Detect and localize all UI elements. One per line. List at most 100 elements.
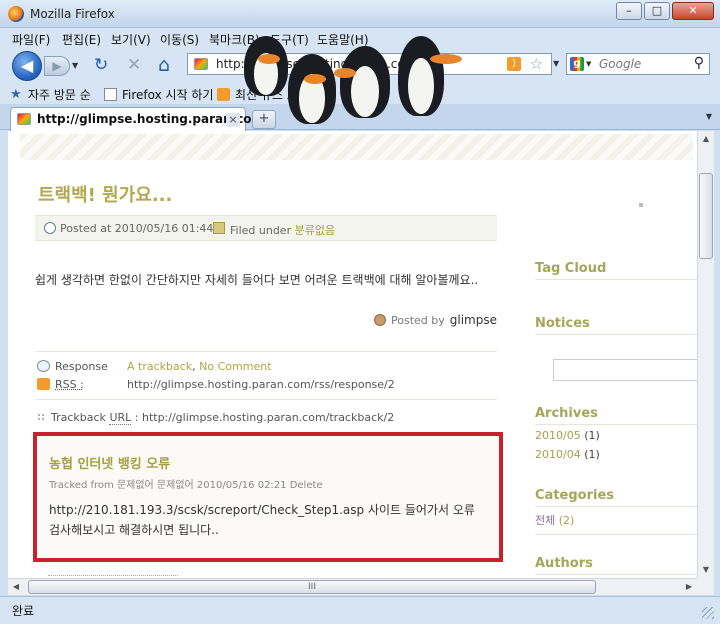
bookmarks-toolbar: ★ 자주 방문 순 Firefox 시작 하기 최신 뉴스 보기: [0, 82, 720, 104]
trackback-link[interactable]: A trackback: [127, 360, 192, 373]
scrollbar-corner: [697, 578, 714, 595]
vertical-scroll-thumb[interactable]: [699, 173, 713, 259]
trackback-title[interactable]: 농협 인터넷 뱅킹 오류: [49, 453, 170, 472]
user-icon: [374, 314, 386, 326]
authors-heading: Authors: [535, 556, 593, 571]
window-border-right: [714, 130, 720, 596]
grip-dots-icon: [37, 413, 45, 421]
response-links: A trackback, No Comment: [127, 360, 272, 373]
archive-item[interactable]: 2010/05 (1): [535, 429, 600, 442]
comment-link[interactable]: No Comment: [199, 360, 271, 373]
archives-heading: Archives: [535, 406, 598, 421]
tag-cloud-heading: Tag Cloud: [535, 261, 607, 276]
back-button[interactable]: ◀: [12, 51, 42, 81]
menu-bookmarks[interactable]: 북마크(B): [209, 31, 260, 48]
window-controls: – □ ✕: [616, 2, 714, 20]
rss-icon: [37, 378, 50, 390]
trackback-box: 농협 인터넷 뱅킹 오류 Tracked from 문제없어 문제없어 2010…: [33, 432, 503, 562]
tab-close-icon[interactable]: ×: [226, 113, 240, 127]
bookmark-label: Firefox 시작 하기: [122, 88, 214, 102]
page-icon: [104, 88, 117, 101]
divider: [35, 351, 497, 352]
forward-button[interactable]: ▶: [44, 56, 70, 76]
notices-heading: Notices: [535, 316, 590, 331]
trackback-body: http://210.181.193.3/scsk/screport/Check…: [49, 503, 475, 537]
home-button[interactable]: ⌂: [158, 56, 170, 75]
menu-view[interactable]: 보기(V): [111, 31, 151, 48]
author-link[interactable]: glimpse: [450, 313, 497, 327]
scroll-left-icon[interactable]: ◀: [8, 579, 24, 595]
menu-edit[interactable]: 편집(E): [62, 31, 101, 48]
divider: [535, 506, 697, 507]
menu-file[interactable]: 파일(F): [12, 31, 50, 48]
rss-url[interactable]: http://glimpse.hosting.paran.com/rss/res…: [127, 378, 395, 391]
vertical-scrollbar[interactable]: ▲ ▼: [697, 131, 714, 578]
url-text[interactable]: http://glimpse.hosting.paran.com/: [216, 57, 420, 71]
bookmark-most-visited[interactable]: ★ 자주 방문 순: [10, 86, 91, 103]
site-favicon-icon: [194, 58, 208, 70]
bookmark-getting-started[interactable]: Firefox 시작 하기: [104, 86, 214, 103]
divider: [535, 574, 697, 575]
url-dropdown-icon[interactable]: ▼: [553, 53, 563, 75]
clock-icon: [44, 222, 56, 234]
window-border-left: [0, 130, 8, 596]
trackback-url[interactable]: : http://glimpse.hosting.paran.com/track…: [135, 411, 394, 424]
bookmark-label: 자주 방문 순: [28, 88, 91, 102]
scroll-right-icon[interactable]: ▶: [681, 579, 697, 595]
bookmark-label: 최신 뉴스 보기: [235, 88, 309, 102]
divider: [535, 534, 697, 535]
close-window-button[interactable]: ✕: [672, 2, 714, 20]
post-meta: Posted at 2010/05/16 01:44 Filed under 분…: [35, 215, 497, 241]
categories-heading: Categories: [535, 488, 615, 503]
tab-list-dropdown-icon[interactable]: ▼: [706, 112, 712, 121]
tab-active[interactable]: http://glimpse.hosting.paran.com/ ×: [10, 107, 268, 131]
menu-go[interactable]: 이동(S): [160, 31, 199, 48]
search-input[interactable]: [599, 56, 683, 72]
category-link[interactable]: 분류없음: [295, 224, 335, 237]
post-title[interactable]: 트랙백! 뭔가요...: [38, 181, 172, 207]
horizontal-scrollbar[interactable]: ◀ III ▶: [8, 578, 697, 595]
trackback-url-row: Trackback URL : http://glimpse.hosting.p…: [37, 411, 394, 425]
menu-tools[interactable]: 도구(T): [270, 31, 309, 48]
rss-feed-icon[interactable]: ): [507, 57, 521, 71]
stop-button[interactable]: ✕: [127, 57, 141, 74]
engine-dropdown-icon[interactable]: ▼: [586, 60, 591, 68]
menu-bar: 파일(F) 편집(E) 보기(V) 이동(S) 북마크(B) 도구(T) 도움말…: [0, 28, 720, 48]
divider: [535, 424, 697, 425]
menu-help[interactable]: 도움말(H): [317, 31, 369, 48]
response-label: Response: [55, 360, 108, 373]
filed-under: Filed under 분류없음: [230, 224, 336, 237]
bookmark-latest-news[interactable]: 최신 뉴스 보기: [217, 86, 309, 103]
maximize-button[interactable]: □: [644, 2, 670, 20]
window-titlebar: Mozilla Firefox – □ ✕: [0, 0, 720, 28]
header-stripe: [20, 134, 693, 160]
bookmark-star-icon: ★: [10, 87, 22, 102]
navigation-toolbar: ◀ ▶ ▼ ↻ ✕ ⌂ http://glimpse.hosting.paran…: [0, 48, 720, 82]
divider: [535, 279, 697, 280]
bookmark-star-icon[interactable]: ☆: [530, 55, 543, 73]
divider: [535, 334, 697, 335]
search-icon[interactable]: ⚲: [694, 55, 704, 71]
reload-button[interactable]: ↻: [94, 57, 108, 74]
horizontal-scroll-thumb[interactable]: III: [28, 580, 596, 594]
firefox-logo-icon: [8, 6, 24, 22]
tab-favicon-icon: [17, 113, 31, 125]
history-dropdown-icon[interactable]: ▼: [72, 61, 78, 70]
posted-date: Posted at 2010/05/16 01:44: [60, 222, 214, 235]
scroll-down-icon[interactable]: ▼: [698, 562, 714, 578]
resize-grip-icon[interactable]: [702, 607, 714, 619]
scroll-up-icon[interactable]: ▲: [698, 131, 714, 147]
new-tab-button[interactable]: +: [252, 110, 276, 129]
rss-icon: [217, 88, 230, 101]
category-item[interactable]: 전체 (2): [535, 512, 574, 528]
tiny-dot: [639, 203, 643, 207]
divider: [35, 399, 497, 400]
rss-label: RSS :: [55, 378, 84, 391]
google-engine-icon[interactable]: g: [570, 57, 584, 71]
trackback-from: Tracked from 문제없어 문제없어 2010/05/16 02:21 …: [49, 480, 323, 491]
window-title: Mozilla Firefox: [30, 7, 115, 21]
minimize-button[interactable]: –: [616, 2, 642, 20]
archive-item[interactable]: 2010/04 (1): [535, 448, 600, 461]
status-text: 완료: [12, 604, 35, 618]
url-bar[interactable]: http://glimpse.hosting.paran.com/ ) ☆: [187, 53, 552, 75]
